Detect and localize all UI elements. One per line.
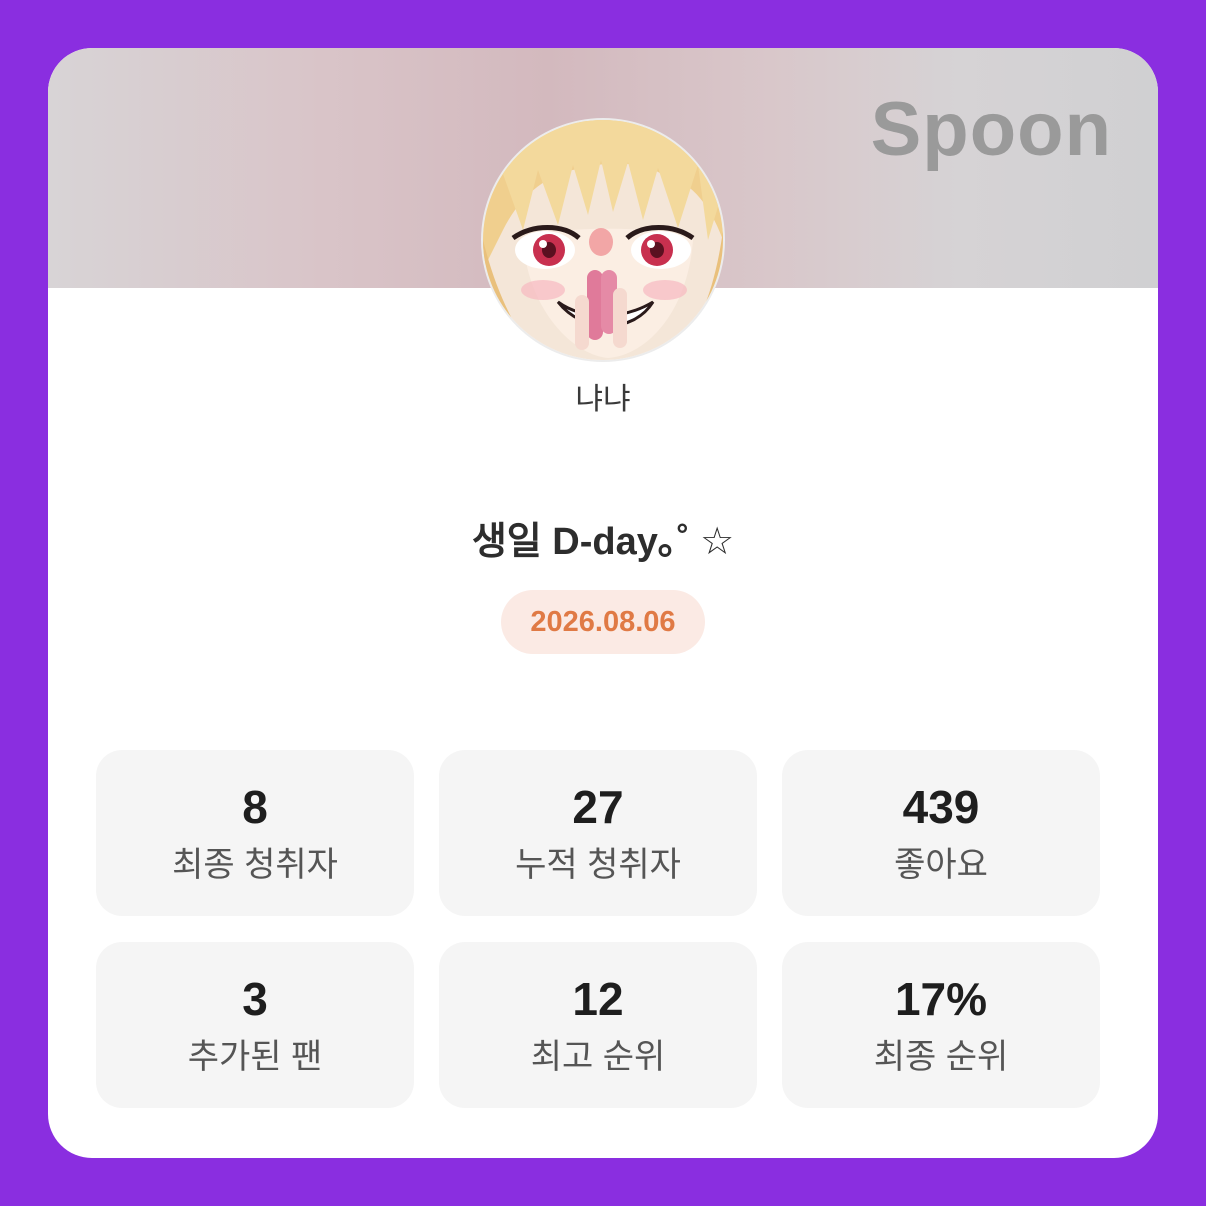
stat-label: 최고 순위	[530, 1038, 666, 1076]
stat-label: 최종 순위	[873, 1038, 1009, 1076]
stat-label: 최종 청취자	[172, 846, 338, 884]
profile-avatar[interactable]	[483, 120, 723, 360]
stat-value: 12	[572, 973, 624, 1025]
stat-label: 추가된 팬	[187, 1038, 323, 1076]
broadcast-summary-card: Spoon 냐냐 생일 D-day｡˚ ☆ 2026.08.06 8 최종 청취…	[48, 48, 1158, 1158]
stat-tile-new-fans: 3 추가된 팬	[96, 942, 414, 1108]
stat-tile-final-rank: 17% 최종 순위	[782, 942, 1100, 1108]
stat-value: 8	[242, 781, 268, 833]
event-date-badge: 2026.08.06	[501, 590, 705, 654]
stats-grid: 8 최종 청취자 27 누적 청취자 439 좋아요 3 추가된 팬 12 최고…	[96, 750, 1100, 1108]
spoon-logo: Spoon	[870, 87, 1112, 172]
nickname: 냐냐	[575, 383, 631, 416]
stat-value: 27	[572, 781, 624, 833]
stat-tile-best-rank: 12 최고 순위	[439, 942, 757, 1108]
stat-value: 17%	[894, 973, 988, 1025]
stat-tile-final-listeners: 8 최종 청취자	[96, 750, 414, 916]
stat-label: 좋아요	[894, 846, 988, 884]
stat-tile-total-listeners: 27 누적 청취자	[439, 750, 757, 916]
stat-value: 3	[242, 973, 268, 1025]
stat-value: 439	[902, 781, 980, 833]
event-title: 생일 D-day｡˚ ☆	[471, 521, 735, 563]
anime-avatar-icon	[483, 120, 723, 360]
stat-tile-likes: 439 좋아요	[782, 750, 1100, 916]
event-date: 2026.08.06	[530, 605, 676, 638]
stat-label: 누적 청취자	[515, 846, 681, 884]
